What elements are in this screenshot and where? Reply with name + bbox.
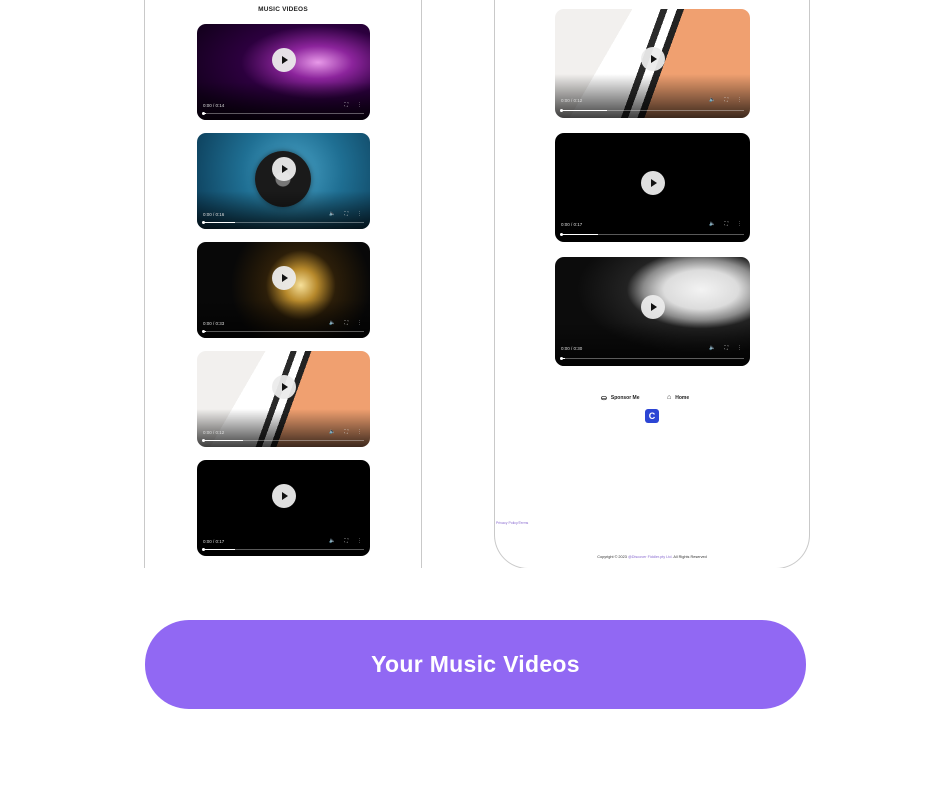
volume-icon[interactable]: 🔈 xyxy=(329,211,335,217)
fullscreen-icon[interactable]: ⛶ xyxy=(344,211,348,217)
video-player[interactable]: 0:00 / 0:14 ⛶ ⋮ xyxy=(197,24,370,120)
volume-icon[interactable]: 🔈 xyxy=(329,429,335,435)
play-button[interactable] xyxy=(640,171,665,196)
more-options-icon[interactable]: ⋮ xyxy=(737,221,742,227)
more-options-icon[interactable]: ⋮ xyxy=(357,102,362,108)
play-button[interactable] xyxy=(271,375,296,400)
video-time: 0:00 / 0:14 xyxy=(203,103,225,108)
play-icon xyxy=(650,55,657,64)
play-icon xyxy=(281,383,288,392)
copyright-prefix: Copyright © 2023 xyxy=(597,555,627,559)
your-music-videos-button[interactable]: Your Music Videos xyxy=(145,620,806,709)
video-player[interactable]: 0:00 / 0:17 🔈 ⛶ ⋮ xyxy=(555,133,750,242)
play-icon xyxy=(281,56,288,65)
video-controls: 🔈 ⛶ ⋮ xyxy=(709,345,742,351)
video-controls: 🔈 ⛶ ⋮ xyxy=(329,320,362,326)
video-controls: 🔈 ⛶ ⋮ xyxy=(709,97,742,103)
brand-logo-icon[interactable]: C xyxy=(645,409,659,423)
progress-track[interactable] xyxy=(560,357,744,360)
more-options-icon[interactable]: ⋮ xyxy=(357,320,362,326)
home-label: Home xyxy=(675,394,690,401)
progress-track[interactable] xyxy=(202,112,364,115)
fullscreen-icon[interactable]: ⛶ xyxy=(344,320,348,326)
video-time: 0:00 / 0:33 xyxy=(203,321,225,326)
sponsor-me-label: Sponsor Me xyxy=(610,395,640,401)
play-icon xyxy=(281,165,288,174)
more-options-icon[interactable]: ⋮ xyxy=(357,211,362,217)
video-time: 0:00 / 0:30 xyxy=(561,346,583,351)
play-button[interactable] xyxy=(640,295,665,320)
home-icon: ⌂ xyxy=(667,394,672,401)
play-button[interactable] xyxy=(271,484,296,509)
progress-track[interactable] xyxy=(202,548,364,551)
fullscreen-icon[interactable]: ⛶ xyxy=(344,538,348,544)
video-controls: 🔈 ⛶ ⋮ xyxy=(329,211,362,217)
video-time: 0:00 / 0:17 xyxy=(203,539,225,544)
video-overlay xyxy=(197,299,370,338)
fullscreen-icon[interactable]: ⛶ xyxy=(724,345,728,351)
play-button[interactable] xyxy=(640,47,665,72)
fullscreen-icon[interactable]: ⛶ xyxy=(344,429,348,435)
hand-coin-icon: ⛀ xyxy=(601,395,607,402)
fullscreen-icon[interactable]: ⛶ xyxy=(724,97,728,103)
more-options-icon[interactable]: ⋮ xyxy=(357,538,362,544)
sponsor-me-link[interactable]: ⛀ Sponsor Me xyxy=(601,394,640,402)
video-time: 0:00 / 0:16 xyxy=(203,212,225,217)
progress-track[interactable] xyxy=(202,439,364,442)
copyright-suffix: All Rights Reserved xyxy=(673,555,707,559)
video-player[interactable]: 0:00 / 0:12 🔈 ⛶ ⋮ xyxy=(555,9,750,118)
video-player[interactable]: 0:00 / 0:12 🔈 ⛶ ⋮ xyxy=(197,351,370,447)
fullscreen-icon[interactable]: ⛶ xyxy=(344,102,348,108)
more-options-icon[interactable]: ⋮ xyxy=(737,345,742,351)
more-options-icon[interactable]: ⋮ xyxy=(357,429,362,435)
play-icon xyxy=(281,492,288,501)
play-icon xyxy=(650,179,657,188)
video-time: 0:00 / 0:12 xyxy=(561,98,583,103)
video-overlay xyxy=(197,81,370,120)
video-player[interactable]: 0:00 / 0:33 🔈 ⛶ ⋮ xyxy=(197,242,370,338)
video-controls: ⛶ ⋮ xyxy=(344,102,362,108)
progress-track[interactable] xyxy=(202,221,364,224)
progress-track[interactable] xyxy=(560,109,744,112)
video-player[interactable]: 0:00 / 0:30 🔈 ⛶ ⋮ xyxy=(555,257,750,366)
fullscreen-icon[interactable]: ⛶ xyxy=(724,221,728,227)
play-icon xyxy=(650,303,657,312)
copyright-text: Copyright © 2023 @Discover Fiddler.pty L… xyxy=(494,555,810,559)
video-player[interactable]: 0:00 / 0:17 🔈 ⛶ ⋮ xyxy=(197,460,370,556)
volume-icon[interactable]: 🔈 xyxy=(709,345,715,351)
video-overlay xyxy=(197,408,370,447)
volume-icon[interactable]: 🔈 xyxy=(329,320,335,326)
more-options-icon[interactable]: ⋮ xyxy=(737,97,742,103)
volume-icon[interactable]: 🔈 xyxy=(709,221,715,227)
copyright-brand-link[interactable]: @Discover Fiddler.pty Ltd. xyxy=(628,555,673,559)
volume-icon[interactable]: 🔈 xyxy=(329,538,335,544)
play-button[interactable] xyxy=(271,266,296,291)
video-player[interactable]: 0:00 / 0:16 🔈 ⛶ ⋮ xyxy=(197,133,370,229)
volume-icon[interactable]: 🔈 xyxy=(709,97,715,103)
video-controls: 🔈 ⛶ ⋮ xyxy=(709,221,742,227)
progress-track[interactable] xyxy=(560,233,744,236)
play-button[interactable] xyxy=(271,48,296,73)
play-button[interactable] xyxy=(271,157,296,182)
progress-track[interactable] xyxy=(202,330,364,333)
privacy-terms-link[interactable]: Privacy Policy/Terms xyxy=(496,521,528,525)
video-overlay xyxy=(197,190,370,229)
video-time: 0:00 / 0:12 xyxy=(203,430,225,435)
video-time: 0:00 / 0:17 xyxy=(561,222,583,227)
video-controls: 🔈 ⛶ ⋮ xyxy=(329,538,362,544)
home-link[interactable]: ⌂ Home xyxy=(667,394,689,401)
play-icon xyxy=(281,274,288,283)
section-title: MUSIC VIDEOS xyxy=(258,6,308,13)
video-controls: 🔈 ⛶ ⋮ xyxy=(329,429,362,435)
